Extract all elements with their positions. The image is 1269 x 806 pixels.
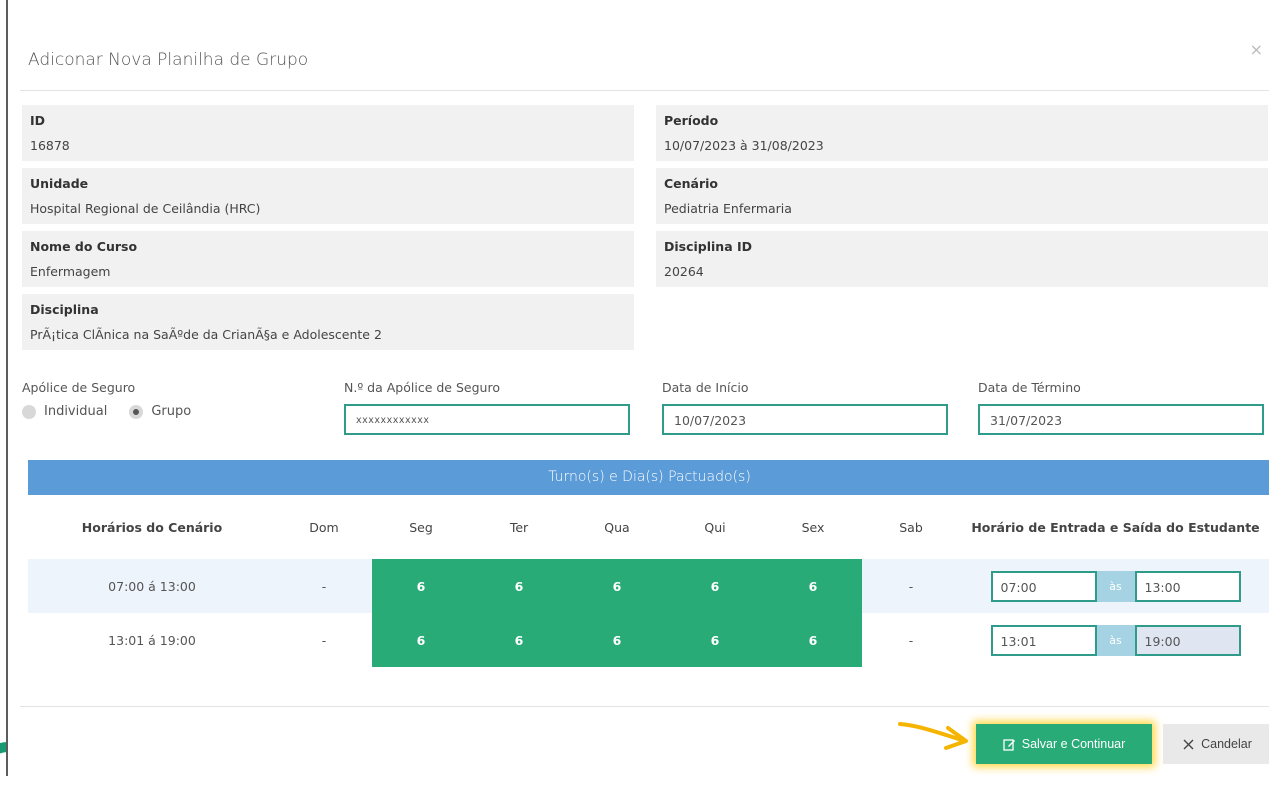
data-termino-label: Data de Término [978, 380, 1081, 395]
modal-title: Adiconar Nova Planilha de Grupo [28, 50, 309, 70]
header-horarios: Horários do Cenário [81, 519, 223, 535]
cell-dom: - [276, 613, 372, 667]
info-label: Cenário [664, 176, 719, 191]
as-addon: às [1096, 570, 1135, 602]
table-row: 13:01 á 19:00 - 6 6 6 6 6 - 13:01 às 19:… [28, 613, 1269, 667]
cell-seg[interactable]: 6 [372, 613, 470, 667]
cell-sab: - [862, 559, 960, 613]
modal-dialog: Adiconar Nova Planilha de Grupo × ID 168… [6, 0, 1269, 776]
cell-ter[interactable]: 6 [470, 613, 568, 667]
apolice-label: Apólice de Seguro [22, 380, 136, 395]
header-seg: Seg [409, 519, 433, 535]
time-range-group: 13:01 às 19:00 [990, 624, 1241, 656]
info-id: ID 16878 [22, 105, 634, 161]
cell-seg[interactable]: 6 [372, 559, 470, 613]
header-dom: Dom [309, 519, 339, 535]
entrada-time-input[interactable]: 07:00 [990, 570, 1097, 602]
radio-individual-label[interactable]: Individual [44, 404, 107, 419]
edit-icon [1003, 738, 1015, 751]
cell-entrada-saida: 07:00 às 13:00 [960, 559, 1269, 613]
info-value: 10/07/2023 à 31/08/2023 [664, 138, 824, 153]
info-unidade: Unidade Hospital Regional de Ceilândia (… [22, 168, 634, 224]
save-continue-button[interactable]: Salvar e Continuar [976, 724, 1152, 764]
cell-horario: 13:01 á 19:00 [28, 613, 276, 667]
info-periodo: Período 10/07/2023 à 31/08/2023 [656, 105, 1268, 161]
info-value: 16878 [30, 138, 70, 153]
cell-qui[interactable]: 6 [666, 613, 764, 667]
header-ter: Ter [509, 519, 529, 535]
cell-sab: - [862, 613, 960, 667]
data-termino-input[interactable]: 31/07/2023 [978, 404, 1264, 435]
footer-divider [20, 706, 1269, 707]
cancel-button[interactable]: Candelar [1163, 724, 1269, 764]
apolice-radio-group: Individual Grupo [22, 404, 191, 419]
cancel-label: Candelar [1201, 737, 1252, 751]
radio-grupo-label[interactable]: Grupo [151, 404, 191, 419]
info-label: ID [30, 113, 46, 128]
close-icon[interactable]: × [1250, 40, 1263, 59]
info-label: Disciplina ID [664, 239, 753, 254]
time-range-group: 07:00 às 13:00 [990, 570, 1241, 602]
info-label: Disciplina [30, 302, 99, 317]
cell-horario: 07:00 á 13:00 [28, 559, 276, 613]
cell-ter[interactable]: 6 [470, 559, 568, 613]
as-addon: às [1096, 624, 1135, 656]
info-value: 20264 [664, 264, 704, 279]
header-sab: Sab [899, 519, 923, 535]
radio-individual[interactable] [22, 404, 36, 419]
info-value: Pediatria Enfermaria [664, 201, 792, 216]
schedule-banner: Turno(s) e Dia(s) Pactuado(s) [28, 460, 1269, 495]
saida-time-input[interactable]: 13:00 [1134, 570, 1241, 602]
data-inicio-label: Data de Início [662, 380, 749, 395]
header-qui: Qui [704, 519, 726, 535]
cell-qua[interactable]: 6 [568, 613, 666, 667]
schedule-header-row: Horários do Cenário Dom Seg Ter Qua Qui … [28, 495, 1269, 559]
cell-entrada-saida: 13:01 às 19:00 [960, 613, 1269, 667]
schedule-table: Horários do Cenário Dom Seg Ter Qua Qui … [28, 495, 1269, 667]
table-row: 07:00 á 13:00 - 6 6 6 6 6 - 07:00 às 13:… [28, 559, 1269, 613]
cell-sex[interactable]: 6 [764, 613, 862, 667]
info-value: PrÃ¡tica ClÃ­nica na SaÃºde da CrianÃ§a … [30, 327, 382, 342]
numero-apolice-label: N.º da Apólice de Seguro [344, 380, 500, 395]
info-value: Enfermagem [30, 264, 111, 279]
close-icon [1183, 739, 1194, 749]
header-qua: Qua [604, 519, 630, 535]
info-value: Hospital Regional de Ceilândia (HRC) [30, 201, 261, 216]
header-divider [20, 90, 1269, 91]
cell-sex[interactable]: 6 [764, 559, 862, 613]
cell-qui[interactable]: 6 [666, 559, 764, 613]
info-label: Nome do Curso [30, 239, 138, 254]
entrada-time-input[interactable]: 13:01 [990, 624, 1097, 656]
highlight-arrow-icon [898, 722, 968, 750]
info-disciplina-id: Disciplina ID 20264 [656, 231, 1268, 287]
save-continue-label: Salvar e Continuar [1021, 737, 1126, 751]
info-label: Período [664, 113, 719, 128]
cell-dom: - [276, 559, 372, 613]
data-inicio-input[interactable]: 10/07/2023 [662, 404, 948, 435]
info-cenario: Cenário Pediatria Enfermaria [656, 168, 1268, 224]
radio-grupo[interactable] [129, 404, 144, 419]
cell-qua[interactable]: 6 [568, 559, 666, 613]
info-curso: Nome do Curso Enfermagem [22, 231, 634, 287]
saida-time-input[interactable]: 19:00 [1134, 624, 1241, 656]
header-sex: Sex [801, 519, 825, 535]
numero-apolice-input[interactable]: xxxxxxxxxxxx [344, 404, 630, 435]
header-entrada-saida: Horário de Entrada e Saída do Estudante [971, 519, 1260, 535]
info-disciplina: Disciplina PrÃ¡tica ClÃ­nica na SaÃºde d… [22, 294, 634, 350]
info-label: Unidade [30, 176, 89, 191]
